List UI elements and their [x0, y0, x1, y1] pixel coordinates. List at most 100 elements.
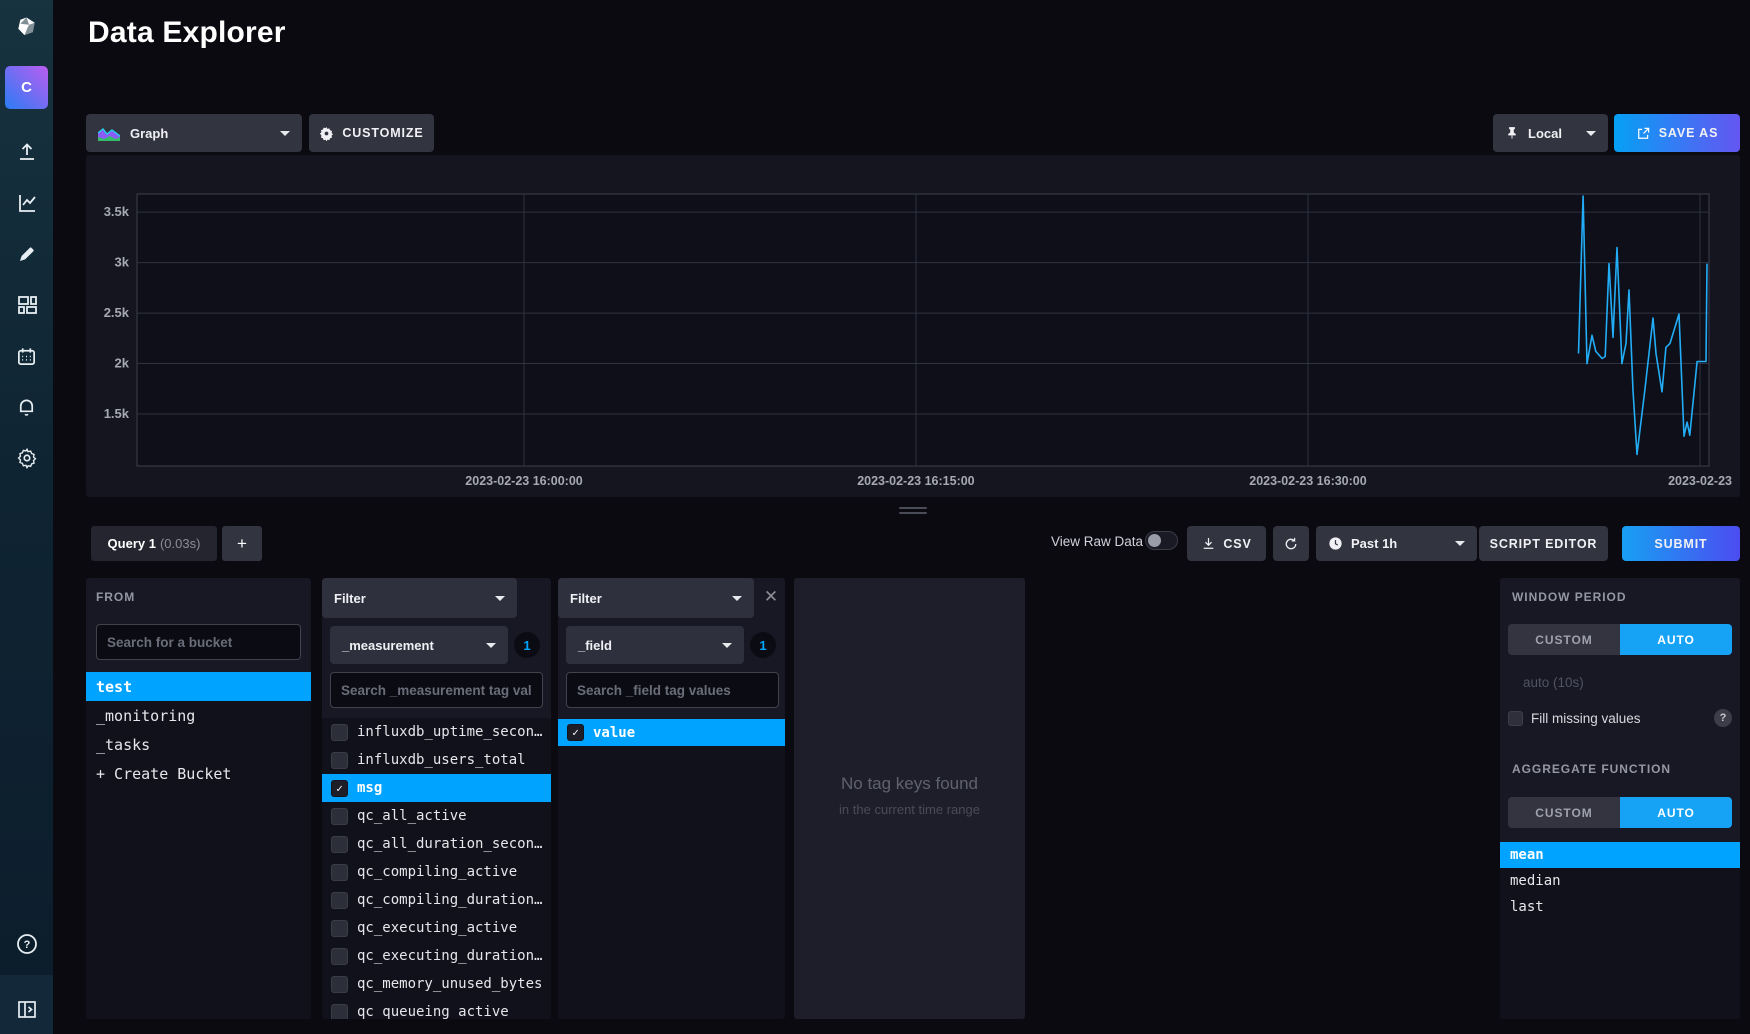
measurement-item[interactable]: qc_compiling_active: [322, 858, 551, 886]
filter2-type-dropdown[interactable]: Filter: [558, 578, 754, 618]
remove-filter-button[interactable]: ✕: [760, 586, 782, 608]
add-query-button[interactable]: +: [222, 526, 262, 561]
measurement-item[interactable]: qc_all_duration_secon…: [322, 830, 551, 858]
sidebar-item-settings[interactable]: [0, 436, 53, 480]
aggregate-item-last[interactable]: last: [1500, 894, 1740, 920]
save-as-label: SAVE AS: [1659, 126, 1719, 140]
sidebar-item-tasks[interactable]: [0, 334, 53, 378]
aggregate-item-mean[interactable]: mean: [1500, 842, 1740, 868]
measurement-item[interactable]: qc_executing_active: [322, 914, 551, 942]
measurement-item[interactable]: influxdb_users_total: [322, 746, 551, 774]
svg-text:2023-02-23 16:15:00: 2023-02-23 16:15:00: [857, 474, 974, 488]
fill-help-button[interactable]: ?: [1714, 709, 1732, 727]
measurement-key-dropdown[interactable]: _measurement: [330, 626, 508, 664]
checkbox-icon: [331, 836, 348, 853]
create-bucket-button[interactable]: + Create Bucket: [86, 759, 311, 788]
local-dropdown[interactable]: Local: [1493, 114, 1608, 152]
aggregate-auto-button[interactable]: AUTO: [1620, 797, 1732, 828]
page-title: Data Explorer: [88, 16, 286, 50]
chevron-down-icon: [495, 596, 505, 601]
chevron-down-icon: [280, 131, 290, 136]
bucket-item-monitoring[interactable]: _monitoring: [86, 701, 311, 730]
checkbox-icon: [331, 1004, 348, 1020]
sidebar-item-alerts[interactable]: [0, 385, 53, 429]
measurement-item[interactable]: qc_executing_duration…: [322, 942, 551, 970]
measurement-item[interactable]: qc_queueing_active: [322, 998, 551, 1019]
submit-label: SUBMIT: [1654, 537, 1707, 551]
csv-download-button[interactable]: CSV: [1187, 526, 1266, 561]
no-tag-keys-submessage: in the current time range: [794, 802, 1025, 817]
checkbox-checked-icon: ✓: [331, 780, 348, 797]
tag-keys-panel: No tag keys found in the current time ra…: [794, 578, 1025, 1019]
chevron-down-icon: [722, 643, 732, 648]
field-search-input[interactable]: [566, 672, 779, 708]
svg-text:2.5k: 2.5k: [104, 305, 130, 320]
field-list: ✓ value: [558, 719, 785, 1019]
chevron-down-icon: [486, 643, 496, 648]
measurement-item[interactable]: qc_all_active: [322, 802, 551, 830]
refresh-button[interactable]: [1273, 526, 1309, 561]
save-as-button[interactable]: SAVE AS: [1614, 114, 1740, 152]
script-editor-button[interactable]: SCRIPT EDITOR: [1479, 526, 1608, 561]
field-count-badge: 1: [750, 632, 776, 658]
customize-button[interactable]: CUSTOMIZE: [309, 114, 434, 152]
data-explorer-page: C: [0, 0, 1750, 1034]
svg-text:2k: 2k: [115, 356, 130, 371]
time-range-dropdown[interactable]: Past 1h: [1316, 526, 1477, 561]
window-period-title: WINDOW PERIOD: [1512, 590, 1626, 604]
org-avatar[interactable]: C: [5, 66, 48, 109]
sidebar-item-data-explorer[interactable]: [0, 181, 53, 225]
sidebar-item-help[interactable]: ?: [0, 922, 53, 966]
sidebar-expand-button[interactable]: [0, 987, 53, 1031]
checkbox-icon: [331, 808, 348, 825]
bucket-list: test _monitoring _tasks + Create Bucket: [86, 672, 311, 1019]
chevron-down-icon: [1455, 541, 1465, 546]
checkbox-icon: [331, 948, 348, 965]
csv-label: CSV: [1223, 537, 1251, 551]
fill-missing-values-checkbox[interactable]: [1508, 711, 1523, 726]
measurement-item[interactable]: qc_memory_unused_bytes: [322, 970, 551, 998]
view-type-label: Graph: [130, 126, 168, 141]
measurement-search-input[interactable]: [330, 672, 543, 708]
pin-icon: [1505, 125, 1519, 141]
window-custom-button[interactable]: CUSTOM: [1508, 624, 1620, 655]
gear-icon: [16, 447, 38, 469]
filter1-type-dropdown[interactable]: Filter: [322, 578, 517, 618]
sidebar-item-notebooks[interactable]: [0, 232, 53, 276]
influxdb-logo-icon: [15, 16, 39, 40]
fill-missing-values-label: Fill missing values: [1531, 711, 1641, 726]
bucket-search-input[interactable]: [96, 624, 301, 660]
resize-handle[interactable]: [899, 507, 927, 514]
aggregate-item-median[interactable]: median: [1500, 868, 1740, 894]
bucket-item-tasks[interactable]: _tasks: [86, 730, 311, 759]
chevron-down-icon: [1586, 131, 1596, 136]
svg-text:2023-02-23 16:30:00: 2023-02-23 16:30:00: [1249, 474, 1366, 488]
window-auto-button[interactable]: AUTO: [1620, 624, 1732, 655]
measurement-item[interactable]: influxdb_uptime_secon…: [322, 718, 551, 746]
sidebar-item-load-data[interactable]: [0, 130, 53, 174]
plus-icon: +: [237, 534, 247, 554]
dashboards-icon: [16, 294, 38, 316]
clock-icon: [1328, 536, 1343, 551]
influxdb-logo[interactable]: [0, 8, 53, 48]
measurement-item[interactable]: qc_compiling_duration…: [322, 886, 551, 914]
field-key-dropdown[interactable]: _field: [566, 626, 744, 664]
aggregate-function-list: mean median last: [1500, 842, 1740, 1019]
query-tab[interactable]: Query 1 (0.03s): [91, 526, 217, 561]
field-item-value[interactable]: ✓ value: [558, 719, 785, 746]
time-series-chart[interactable]: 3.5k3k2.5k2k1.5k2023-02-23 16:00:002023-…: [86, 155, 1740, 497]
checkbox-icon: [331, 892, 348, 909]
svg-text:?: ?: [23, 939, 30, 951]
upload-icon: [16, 141, 38, 163]
bucket-item-test[interactable]: test: [86, 672, 311, 701]
sidebar-footer: [0, 975, 53, 1034]
aggregate-custom-button[interactable]: CUSTOM: [1508, 797, 1620, 828]
submit-button[interactable]: SUBMIT: [1622, 526, 1740, 561]
view-type-dropdown[interactable]: Graph: [86, 114, 302, 152]
script-editor-label: SCRIPT EDITOR: [1490, 537, 1598, 551]
aggregate-toggle: CUSTOM AUTO: [1508, 797, 1732, 828]
sidebar-item-dashboards[interactable]: [0, 283, 53, 327]
view-raw-data-toggle[interactable]: [1145, 531, 1178, 550]
measurement-item[interactable]: ✓msg: [322, 774, 551, 802]
measurement-count-badge: 1: [514, 632, 540, 658]
